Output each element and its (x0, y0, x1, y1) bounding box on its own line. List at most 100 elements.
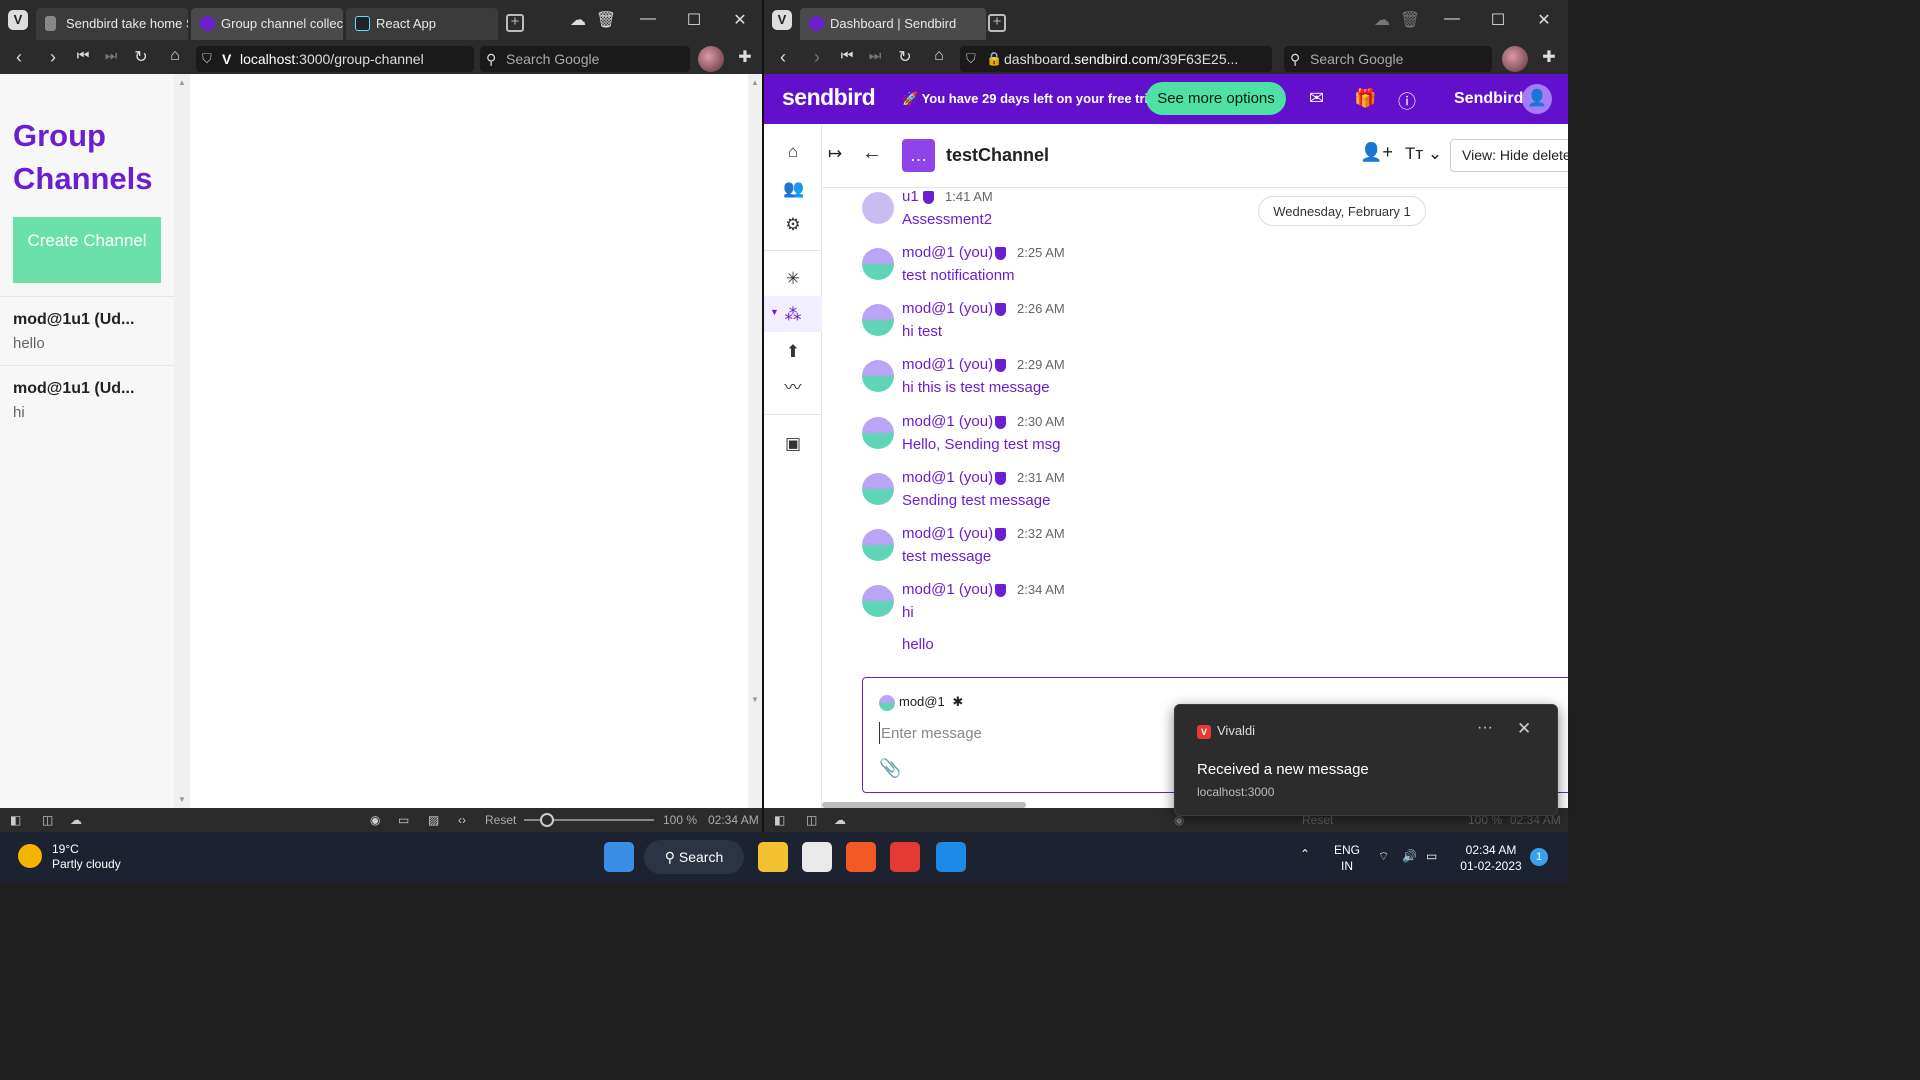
new-tab-button[interactable]: + (506, 14, 524, 32)
chevron-up-icon[interactable]: ⌃ (1300, 846, 1310, 862)
brave-browser-icon[interactable] (846, 842, 876, 872)
settings-icon[interactable]: ⚙ (783, 215, 803, 235)
code-icon[interactable]: ‹› (458, 808, 466, 832)
system-clock[interactable]: 02:34 AM 01-02-2023 (1458, 842, 1524, 874)
message-sender[interactable]: mod@1 (you) (902, 581, 993, 598)
message-sender[interactable]: u1 (902, 188, 919, 205)
tab-react-app[interactable]: React App (346, 8, 498, 40)
expand-panel-icon[interactable]: ↦ (828, 144, 842, 164)
cloud-icon[interactable]: ☁ (566, 10, 590, 30)
scroll-down-arrow-icon[interactable]: ▼ (751, 695, 759, 704)
battery-icon[interactable]: ▭ (1426, 848, 1437, 864)
add-member-icon[interactable]: 👤+ (1360, 142, 1393, 163)
message-sender[interactable]: mod@1 (you) (902, 469, 993, 486)
rewind-button[interactable]: ⏮ (836, 47, 858, 64)
vivaldi-menu-icon[interactable]: V (8, 10, 28, 30)
chat-channels-icon[interactable]: ⁂ (783, 305, 803, 325)
panel-toggle-icon[interactable]: ◧ (774, 808, 785, 832)
trash-icon[interactable]: 🗑 (594, 10, 618, 30)
vivaldi-menu-icon[interactable]: V (772, 10, 792, 30)
analytics-icon[interactable]: 〰 (783, 378, 803, 398)
windows-start-icon[interactable] (604, 842, 634, 872)
reload-button[interactable]: ↻ (130, 47, 152, 67)
profile-avatar[interactable] (698, 46, 724, 72)
image-icon[interactable]: ▨ (428, 808, 439, 832)
message-sender[interactable]: mod@1 (you) (902, 413, 993, 430)
rewind-button[interactable]: ⏮ (72, 47, 94, 64)
scroll-up-arrow-icon[interactable]: ▲ (751, 78, 759, 87)
maximize-button[interactable]: ☐ (682, 10, 706, 30)
message-sender[interactable]: mod@1 (you) (902, 356, 993, 373)
forward-button[interactable]: › (42, 47, 64, 68)
user-avatar-icon[interactable]: 👤 (1522, 84, 1552, 114)
tiling-icon[interactable]: ◫ (42, 808, 53, 832)
forward-button[interactable]: › (806, 47, 828, 68)
capture-icon[interactable]: ◉ (370, 808, 380, 832)
message-sender[interactable]: mod@1 (you) (902, 525, 993, 542)
new-tab-button[interactable]: + (988, 14, 1006, 32)
organization-name[interactable]: Sendbird (1454, 90, 1523, 108)
help-icon[interactable]: ⓘ (1398, 88, 1416, 114)
create-channel-button[interactable]: Create Channel (13, 217, 161, 283)
url-field[interactable]: ⛉ V localhost:3000/group-channel (196, 46, 474, 72)
sendbird-logo[interactable]: sendbird (782, 84, 876, 111)
zoom-slider[interactable] (524, 813, 654, 827)
minimize-button[interactable]: — (1440, 10, 1464, 28)
expand-arrow-icon[interactable]: ▼ (770, 307, 779, 317)
back-arrow-icon[interactable]: ← (862, 142, 882, 165)
channel-list-item[interactable]: mod@1u1 (Ud... hello (0, 296, 174, 364)
volume-icon[interactable]: 🔊 (1402, 848, 1417, 864)
maximize-button[interactable]: ☐ (1486, 10, 1510, 30)
close-window-button[interactable]: ✕ (728, 10, 752, 30)
cloud-icon[interactable]: ☁ (1370, 10, 1394, 30)
window-icon[interactable]: ▭ (398, 808, 409, 832)
trash-icon[interactable]: 🗑 (1398, 10, 1422, 30)
users-icon[interactable]: 👥 (783, 179, 804, 199)
support-chat-icon[interactable]: ▣ (783, 434, 803, 454)
notification-toast[interactable]: V Vivaldi ··· ✕ Received a new message lo… (1174, 704, 1558, 816)
mail-icon[interactable]: ✉ (1309, 88, 1324, 109)
back-button[interactable]: ‹ (772, 47, 794, 68)
microsoft-store-icon[interactable] (802, 842, 832, 872)
extensions-icon[interactable]: ✚ (1538, 47, 1560, 67)
scroll-down-arrow-icon[interactable]: ▼ (178, 795, 186, 804)
scroll-up-arrow-icon[interactable]: ▲ (178, 78, 186, 87)
wifi-icon[interactable]: ⌔ (1378, 848, 1389, 864)
page-scrollbar[interactable]: ▲ ▼ (748, 74, 762, 808)
vivaldi-browser-icon[interactable] (890, 842, 920, 872)
tiling-icon[interactable]: ◫ (806, 808, 817, 832)
tab-dashboard-sendbird[interactable]: Dashboard | Sendbird (800, 8, 986, 40)
network-icon[interactable]: ✳ (783, 269, 803, 289)
font-size-icon[interactable]: Tт ⌄ (1405, 144, 1442, 164)
tab-group-channel[interactable]: Group channel collect (191, 8, 343, 40)
message-sender[interactable]: mod@1 (you) (902, 244, 993, 261)
view-filter-select[interactable]: View: Hide deleted (1450, 139, 1568, 172)
channel-list-item[interactable]: mod@1u1 (Ud... hi (0, 365, 174, 433)
notification-badge[interactable]: 1 (1530, 848, 1548, 866)
fast-forward-button[interactable]: ⏭ (100, 47, 122, 64)
gift-icon[interactable]: 🎁 (1354, 88, 1376, 109)
sidebar-scrollbar[interactable]: ▲ ▼ (174, 74, 190, 808)
see-more-options-button[interactable]: See more options (1146, 82, 1286, 115)
panel-toggle-icon[interactable]: ◧ (10, 808, 21, 832)
search-field[interactable]: ⚲ Search Google (480, 46, 690, 72)
tab-sendbird-take-home[interactable]: Sendbird take home S (36, 8, 188, 40)
url-field[interactable]: ⛉ 🔒 dashboard.sendbird.com/39F63E25... (960, 46, 1272, 72)
sync-cloud-icon[interactable]: ☁ (70, 808, 82, 832)
extensions-icon[interactable]: ✚ (734, 47, 756, 67)
reload-button[interactable]: ↻ (894, 47, 916, 67)
message-input[interactable] (879, 722, 1159, 744)
message-sender[interactable]: mod@1 (you) (902, 300, 993, 317)
file-explorer-icon[interactable] (758, 842, 788, 872)
minimize-button[interactable]: — (636, 10, 660, 28)
zoom-slider-handle[interactable] (540, 813, 554, 827)
back-button[interactable]: ‹ (8, 47, 30, 68)
language-indicator[interactable]: ENG IN (1334, 842, 1360, 874)
home-button[interactable]: ⌂ (928, 47, 950, 65)
profile-avatar[interactable] (1502, 46, 1528, 72)
home-icon[interactable]: ⌂ (783, 142, 803, 162)
zoom-reset-button[interactable]: Reset (485, 808, 516, 832)
search-field[interactable]: ⚲ Search Google (1284, 46, 1492, 72)
upload-icon[interactable]: ⬆ (783, 342, 803, 362)
taskbar-search[interactable]: ⚲ Search (644, 840, 744, 874)
